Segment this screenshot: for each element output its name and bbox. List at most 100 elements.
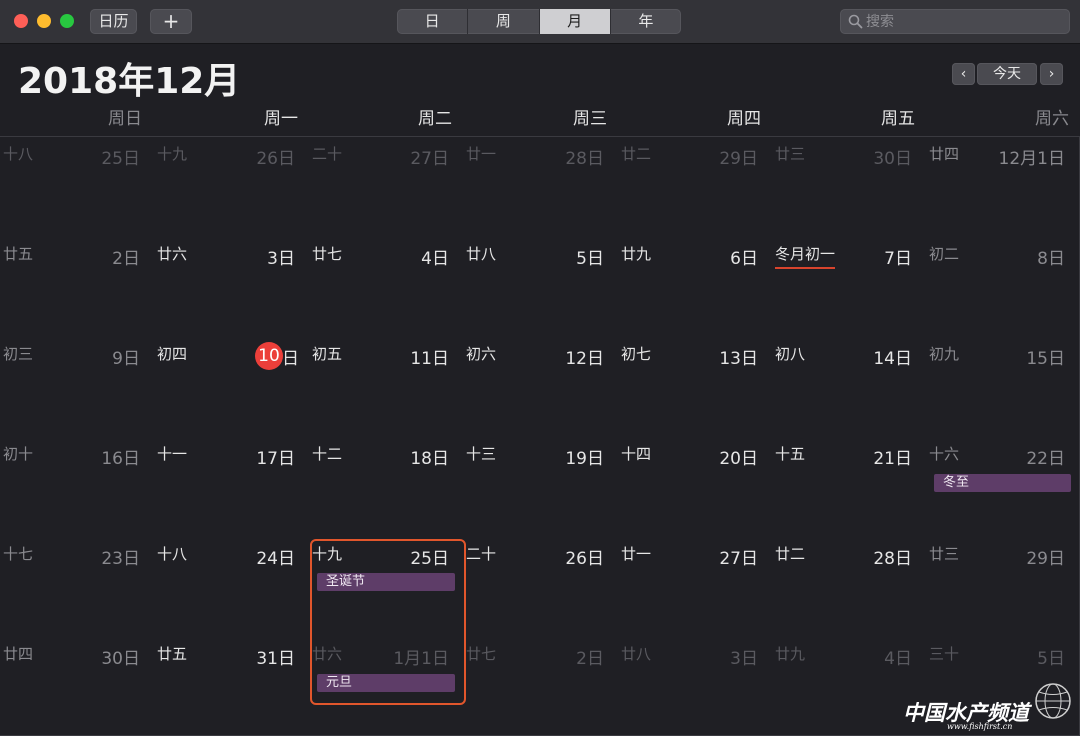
view-switcher: 日 周 月 年 bbox=[397, 9, 681, 34]
day-cell[interactable]: 初二 8日 bbox=[926, 237, 1080, 338]
day-cell[interactable]: 初十 16日 bbox=[0, 437, 155, 538]
day-cell[interactable]: 廿二 29日 bbox=[618, 137, 773, 238]
day-number: 26日 bbox=[256, 149, 295, 169]
day-number: 12月1日 bbox=[998, 149, 1065, 169]
lunar-date: 初七 bbox=[621, 345, 652, 363]
day-cell[interactable]: 廿三 30日 bbox=[772, 137, 927, 238]
search-box[interactable] bbox=[840, 9, 1070, 34]
day-number: 3日 bbox=[267, 249, 295, 269]
day-number: 5日 bbox=[576, 249, 604, 269]
calendar-event[interactable]: 冬至 bbox=[934, 474, 1071, 492]
day-cell[interactable]: 十四 20日 bbox=[618, 437, 773, 538]
day-number: 29日 bbox=[1026, 549, 1065, 569]
day-cell[interactable]: 初八 14日 bbox=[772, 337, 927, 438]
day-cell[interactable]: 廿一 28日 bbox=[463, 137, 619, 238]
day-number: 18日 bbox=[410, 449, 449, 469]
view-month-tab[interactable]: 月 bbox=[539, 9, 611, 34]
day-cell[interactable]: 廿四 12月1日 bbox=[926, 137, 1080, 238]
lunar-date: 初四 bbox=[157, 345, 188, 363]
day-cell[interactable]: 廿九 6日 bbox=[618, 237, 773, 338]
day-number: 2日 bbox=[576, 649, 604, 669]
day-cell[interactable]: 廿五 2日 bbox=[0, 237, 155, 338]
view-week-tab[interactable]: 周 bbox=[468, 9, 540, 34]
day-cell[interactable]: 廿八 3日 bbox=[618, 637, 773, 736]
day-cell[interactable]: 初五 11日 bbox=[309, 337, 464, 438]
day-cell[interactable]: 冬月初一 7日 bbox=[772, 237, 927, 338]
weekday-header: 周日 周一 周二 周三 周四 周五 周六 bbox=[0, 104, 1080, 132]
day-cell[interactable]: 廿四 30日 bbox=[0, 637, 155, 736]
day-cell[interactable]: 廿八 5日 bbox=[463, 237, 619, 338]
day-cell[interactable]: 初九 15日 bbox=[926, 337, 1080, 438]
lunar-date: 廿八 bbox=[621, 645, 652, 663]
today-button[interactable]: 今天 bbox=[977, 63, 1037, 85]
day-cell[interactable]: 廿二 28日 bbox=[772, 537, 927, 638]
previous-month-button[interactable]: ‹ bbox=[952, 63, 975, 85]
search-input[interactable] bbox=[866, 9, 1061, 34]
day-number: 5日 bbox=[1037, 649, 1065, 669]
day-number: 4日 bbox=[884, 649, 912, 669]
day-number: 30日 bbox=[873, 149, 912, 169]
day-number: 9日 bbox=[112, 349, 140, 369]
day-cell[interactable]: 初七 13日 bbox=[618, 337, 773, 438]
today-badge: 10 bbox=[255, 342, 283, 370]
lunar-date: 廿六 bbox=[157, 245, 188, 263]
day-cell[interactable]: 十一 17日 bbox=[154, 437, 310, 538]
lunar-date: 廿七 bbox=[466, 645, 497, 663]
view-day-tab[interactable]: 日 bbox=[397, 9, 469, 34]
weekday-thursday: 周四 bbox=[727, 109, 761, 129]
add-event-button[interactable]: + bbox=[150, 9, 192, 34]
zoom-window-button[interactable] bbox=[60, 14, 74, 28]
day-number: 20日 bbox=[719, 449, 758, 469]
day-cell[interactable]: 廿五 31日 bbox=[154, 637, 310, 736]
day-number: 23日 bbox=[101, 549, 140, 569]
day-cell[interactable]: 廿一 27日 bbox=[618, 537, 773, 638]
day-cell[interactable]: 二十 27日 bbox=[309, 137, 464, 238]
lunar-date: 二十 bbox=[466, 545, 497, 563]
weekday-saturday: 周六 bbox=[1035, 109, 1069, 129]
lunar-date: 廿九 bbox=[775, 645, 806, 663]
day-cell[interactable]: 廿七 4日 bbox=[309, 237, 464, 338]
day-cell[interactable]: 廿三 29日 bbox=[926, 537, 1080, 638]
calendars-button[interactable]: 日历 bbox=[90, 9, 137, 34]
lunar-date: 初二 bbox=[929, 245, 960, 263]
lunar-date: 廿五 bbox=[3, 245, 34, 263]
day-cell[interactable]: 初六 12日 bbox=[463, 337, 619, 438]
lunar-date: 初三 bbox=[3, 345, 34, 363]
lunar-date: 廿四 bbox=[3, 645, 34, 663]
lunar-date: 廿五 bbox=[157, 645, 188, 663]
day-cell[interactable]: 十七 23日 bbox=[0, 537, 155, 638]
day-cell[interactable]: 初三 9日 bbox=[0, 337, 155, 438]
day-cell[interactable]: 廿六 3日 bbox=[154, 237, 310, 338]
day-cell[interactable]: 廿七 2日 bbox=[463, 637, 619, 736]
minimize-window-button[interactable] bbox=[37, 14, 51, 28]
lunar-date: 三十 bbox=[929, 645, 960, 663]
next-month-button[interactable]: › bbox=[1040, 63, 1063, 85]
day-cell[interactable]: 二十 26日 bbox=[463, 537, 619, 638]
close-window-button[interactable] bbox=[14, 14, 28, 28]
view-year-tab[interactable]: 年 bbox=[611, 9, 681, 34]
day-number: 27日 bbox=[410, 149, 449, 169]
day-cell[interactable]: 十九 26日 bbox=[154, 137, 310, 238]
day-cell[interactable]: 十六 22日 冬至 bbox=[926, 437, 1080, 538]
lunar-date: 初八 bbox=[775, 345, 806, 363]
title-bar: 日历 + 日 周 月 年 bbox=[0, 0, 1080, 44]
day-number: 16日 bbox=[101, 449, 140, 469]
watermark-url: www.fishfirst.cn bbox=[947, 722, 1013, 731]
highlight-annotation bbox=[310, 539, 466, 705]
day-number: 8日 bbox=[1037, 249, 1065, 269]
lunar-date: 初五 bbox=[312, 345, 343, 363]
lunar-date: 十七 bbox=[3, 545, 34, 563]
day-cell[interactable]: 十五 21日 bbox=[772, 437, 927, 538]
day-number: 21日 bbox=[873, 449, 912, 469]
day-cell[interactable]: 十八 24日 bbox=[154, 537, 310, 638]
day-cell[interactable]: 十三 19日 bbox=[463, 437, 619, 538]
day-number: 11日 bbox=[410, 349, 449, 369]
lunar-date: 初九 bbox=[929, 345, 960, 363]
lunar-date: 初六 bbox=[466, 345, 497, 363]
lunar-date: 十一 bbox=[157, 445, 188, 463]
day-cell[interactable]: 十二 18日 bbox=[309, 437, 464, 538]
day-number: 28日 bbox=[565, 149, 604, 169]
day-cell[interactable]: 初四 10 日 bbox=[154, 337, 310, 438]
day-cell[interactable]: 十八 25日 bbox=[0, 137, 155, 238]
lunar-date: 冬月初一 bbox=[775, 243, 836, 269]
